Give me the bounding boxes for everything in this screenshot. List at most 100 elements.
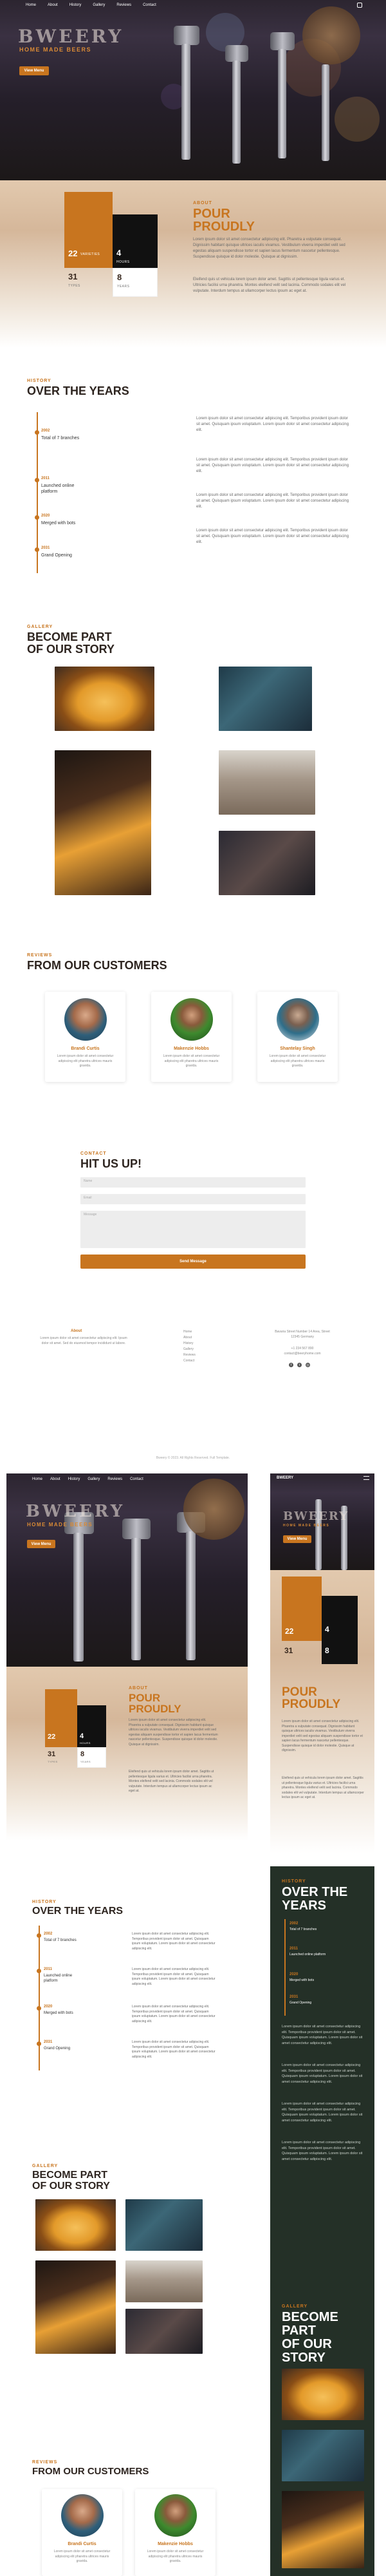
footer-link-contact[interactable]: Contact: [183, 1358, 209, 1364]
nav-reviews[interactable]: Reviews: [116, 3, 131, 7]
timeline-line: [284, 1919, 286, 2016]
gallery-image-friends[interactable]: [219, 831, 315, 895]
nav-contact[interactable]: Contact: [143, 3, 156, 7]
timeline-dot: [35, 478, 39, 482]
contact-label: CONTACT: [80, 1151, 107, 1156]
contact-title: HIT US UP!: [80, 1157, 142, 1170]
about-title-line2: PROUDLY: [193, 220, 255, 234]
nav-home[interactable]: Home: [32, 1477, 42, 1481]
footer-phone: +1 234 567 890: [291, 1347, 314, 1350]
gallery-image-pub-interior[interactable]: [125, 2260, 203, 2302]
gallery-title: BECOME PART OF OUR STORY: [27, 631, 115, 656]
view-menu-button[interactable]: View Menu: [283, 1535, 311, 1543]
review-card: Shantelay Singh Lorem ipsum dolor sit am…: [257, 992, 338, 1082]
twitter-icon[interactable]: t: [297, 1363, 302, 1367]
history-paragraph: Lorem ipsum dolor sit amet consectetur a…: [282, 2063, 363, 2084]
nav-home[interactable]: Home: [26, 3, 36, 7]
gallery-image-bar-people[interactable]: [219, 667, 312, 731]
message-field[interactable]: Message: [80, 1211, 306, 1248]
history-title: OVER THE YEARS: [282, 1886, 347, 1913]
footer-link-reviews[interactable]: Reviews: [183, 1352, 209, 1358]
name-field[interactable]: Name: [80, 1177, 306, 1188]
about-paragraph-1: Lorem ipsum dolor sit amet consectetur a…: [282, 1719, 363, 1752]
timeline-year-1: 2002: [41, 429, 50, 433]
gallery-image-cheers[interactable]: [55, 750, 151, 895]
gallery-label: GALLERY: [282, 2304, 308, 2309]
timeline-year-2: 2011: [290, 1947, 299, 1951]
send-message-button[interactable]: Send Message: [80, 1255, 306, 1269]
stat-hours: 4 HOURS: [77, 1705, 106, 1747]
about-title: POUR PROUDLY: [129, 1692, 181, 1714]
footer-link-home[interactable]: Home: [183, 1329, 209, 1335]
gallery-title-line3: OF OUR: [282, 2337, 332, 2351]
timeline-text-3: Merged with bots: [290, 1978, 315, 1982]
avatar: [277, 998, 319, 1041]
cart-icon[interactable]: [357, 3, 362, 8]
timeline-dot: [37, 1933, 41, 1938]
review-text: Lorem ipsum dolor sit amet consectetur a…: [53, 2550, 111, 2563]
beer-tap-head: [270, 32, 295, 50]
beer-tap: [322, 64, 329, 161]
timeline-dot: [35, 515, 39, 520]
stat-varieties-label: VARIETIES: [80, 252, 100, 256]
gallery-image-beer-glass[interactable]: [35, 2199, 116, 2251]
reviews-section: REVIEWS FROM OUR CUSTOMERS Brandi Curtis…: [0, 921, 386, 1127]
gallery-image-cheers[interactable]: [282, 2491, 364, 2568]
gallery-label: GALLERY: [27, 625, 53, 629]
timeline-text-4: Grand Opening: [44, 2047, 71, 2050]
history-title: OVER THE YEARS: [32, 1906, 124, 1917]
gallery-image-beer-glass[interactable]: [55, 667, 154, 731]
top-nav: Home About History Gallery Reviews Conta…: [26, 3, 156, 7]
footer-email[interactable]: contact@beeryhome.com: [273, 1351, 331, 1356]
view-menu-button[interactable]: View Menu: [27, 1540, 55, 1548]
stat-years-number: 8: [325, 1646, 329, 1655]
gallery-image-bar-people[interactable]: [282, 2430, 364, 2481]
reviews-title: FROM OUR CUSTOMERS: [32, 2466, 149, 2477]
tablet-about: 22 4 HOURS 31 TYPES 8 YEARS ABOUT POUR P…: [6, 1667, 248, 1841]
stat-years-label: YEARS: [117, 285, 130, 289]
about-title: POUR PROUDLY: [193, 207, 255, 233]
about-title-line1: POUR: [282, 1685, 317, 1699]
gallery-image-cheers[interactable]: [35, 2260, 116, 2354]
gallery-title: BECOME PART OF OUR STORY: [282, 2311, 338, 2365]
gallery-title-line4: STORY: [282, 2351, 326, 2365]
nav-about[interactable]: About: [50, 1477, 60, 1481]
nav-about[interactable]: About: [48, 3, 58, 7]
gallery-image-friends[interactable]: [125, 2309, 203, 2354]
stat-hours-number: 4: [325, 1625, 329, 1634]
gallery-image-beer-glass[interactable]: [282, 2369, 364, 2420]
footer-link-about[interactable]: About: [183, 1335, 209, 1341]
nav-history[interactable]: History: [69, 3, 82, 7]
timeline-text-1: Total of 7 branches: [290, 1927, 317, 1931]
email-field[interactable]: Email: [80, 1194, 306, 1204]
timeline-year-2: 2011: [41, 477, 50, 480]
footer-link-history[interactable]: History: [183, 1341, 209, 1347]
facebook-icon[interactable]: f: [289, 1363, 293, 1367]
timeline-year-4: 2031: [290, 1995, 299, 1999]
timeline-dot: [37, 2041, 41, 2046]
social-links: f t ◎: [289, 1363, 310, 1367]
footer-link-gallery[interactable]: Gallery: [183, 1347, 209, 1352]
history-title-line2: YEARS: [282, 1899, 326, 1913]
gallery-image-bar-people[interactable]: [125, 2199, 203, 2251]
brand-medallion: [302, 6, 360, 64]
nav-gallery[interactable]: Gallery: [93, 3, 105, 7]
about-paragraph-1: Lorem ipsum dolor sit amet consectetur a…: [193, 238, 345, 259]
gallery-image-pub-interior[interactable]: [219, 750, 315, 815]
nav-gallery[interactable]: Gallery: [87, 1477, 100, 1481]
avatar: [154, 2494, 197, 2537]
nav-contact[interactable]: Contact: [130, 1477, 143, 1481]
reviewer-name: Shantelay Singh: [280, 1046, 315, 1051]
nav-history[interactable]: History: [68, 1477, 80, 1481]
nav-reviews[interactable]: Reviews: [107, 1477, 122, 1481]
view-menu-button[interactable]: View Menu: [19, 66, 49, 75]
beer-tap: [186, 1531, 196, 1660]
instagram-icon[interactable]: ◎: [306, 1363, 310, 1367]
stat-hours-number: 4: [116, 248, 122, 258]
history-paragraph: Lorem ipsum dolor sit amet consectetur a…: [196, 529, 349, 544]
timeline-text-4: Grand Opening: [290, 2001, 312, 2005]
avatar: [64, 998, 107, 1041]
timeline-text-2: Launched online platform: [41, 484, 75, 495]
hero-subtitle: HOME MADE BEERS: [19, 46, 92, 53]
menu-icon[interactable]: [363, 1476, 369, 1480]
